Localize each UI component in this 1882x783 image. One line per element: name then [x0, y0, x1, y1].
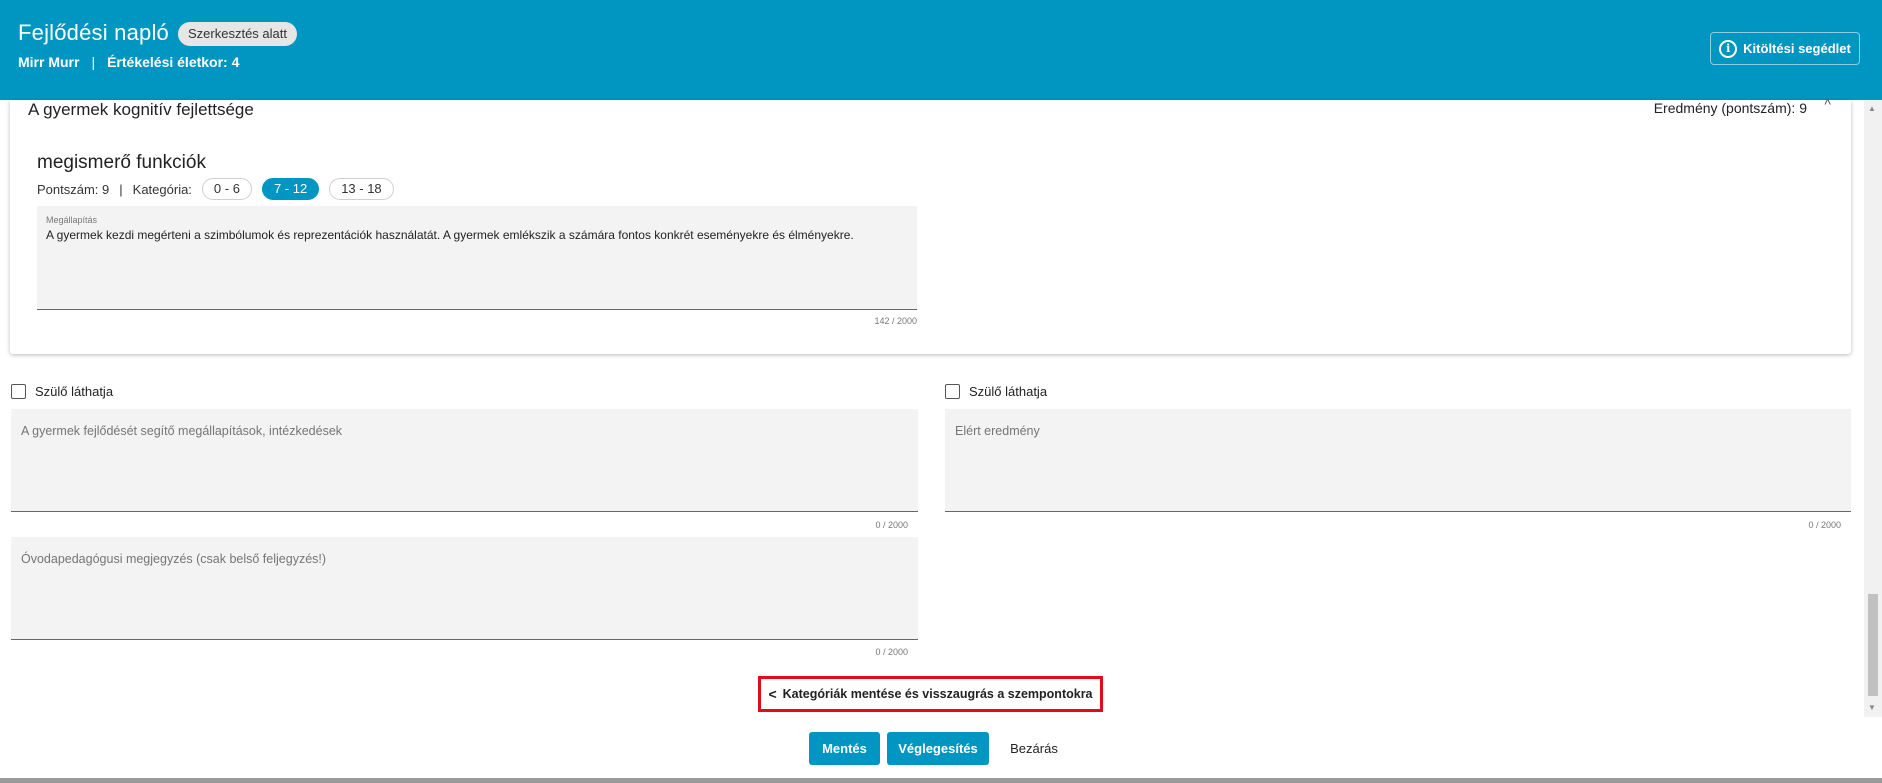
- info-icon: i: [1719, 39, 1738, 58]
- right-parent-visible-label: Szülő láthatja: [969, 384, 1048, 399]
- child-name: Mirr Murr: [18, 54, 80, 70]
- scrollbar-thumb[interactable]: [1868, 594, 1878, 696]
- bottom-strip: [0, 778, 1882, 783]
- save-categories-jump-back-button[interactable]: < Kategóriák mentése és visszaugrás a sz…: [758, 676, 1103, 712]
- teacher-note-textarea[interactable]: Óvodapedagógusi megjegyzés (csak belső f…: [11, 537, 918, 640]
- scroll-up-arrow-icon[interactable]: ▲: [1868, 104, 1876, 113]
- score-value: Pontszám: 9: [37, 181, 110, 197]
- section-result: Eredmény (pontszám): 9: [1653, 100, 1807, 116]
- category-chip-13-18[interactable]: 13 - 18: [329, 178, 394, 200]
- score-line: Pontszám: 9 | Kategória: 0 - 6 7 - 12 13…: [37, 178, 394, 200]
- vertical-scrollbar[interactable]: ▲ ▼: [1864, 100, 1882, 717]
- category-card: A gyermek kognitív fejlettsége Eredmény …: [10, 96, 1851, 354]
- achieved-result-counter: 0 / 2000: [1808, 520, 1841, 530]
- finding-text: A gyermek kezdi megérteni a szimbólumok …: [46, 228, 854, 242]
- category-chip-7-12[interactable]: 7 - 12: [261, 178, 320, 200]
- category-chip-0-6[interactable]: 0 - 6: [201, 178, 252, 200]
- measures-counter: 0 / 2000: [875, 520, 908, 530]
- measures-placeholder: A gyermek fejlődését segítő megállapítás…: [21, 424, 343, 438]
- category-label: Kategória:: [132, 181, 192, 197]
- finding-label: Megállapítás: [46, 215, 98, 225]
- right-parent-visible-checkbox[interactable]: Szülő láthatja: [945, 384, 1047, 399]
- evaluation-age: Értékelési életkor: 4: [107, 54, 240, 70]
- header-separator: |: [91, 54, 96, 70]
- app-header: Fejlődési napló Szerkesztés alatt Mirr M…: [0, 0, 1882, 100]
- achieved-result-textarea[interactable]: Elért eredmény: [945, 409, 1851, 512]
- finding-counter: 142 / 2000: [874, 316, 917, 326]
- subcategory-title: megismerő funkciók: [37, 152, 206, 173]
- finalize-button[interactable]: Véglegesítés: [887, 732, 989, 765]
- help-guide-label: Kitöltési segédlet: [1743, 41, 1851, 56]
- teacher-note-counter: 0 / 2000: [875, 647, 908, 657]
- left-parent-visible-label: Szülő láthatja: [35, 384, 114, 399]
- collapse-chevron-up-icon[interactable]: ^: [1824, 96, 1831, 112]
- page-title: Fejlődési napló: [18, 20, 169, 45]
- section-title: A gyermek kognitív fejlettsége: [28, 100, 254, 119]
- scroll-down-arrow-icon[interactable]: ▼: [1868, 703, 1876, 712]
- close-button[interactable]: Bezárás: [1004, 732, 1064, 765]
- checkbox-box[interactable]: [945, 384, 960, 399]
- achieved-result-placeholder: Elért eredmény: [955, 424, 1040, 438]
- save-button[interactable]: Mentés: [809, 732, 880, 765]
- left-parent-visible-checkbox[interactable]: Szülő láthatja: [11, 384, 113, 399]
- teacher-note-placeholder: Óvodapedagógusi megjegyzés (csak belső f…: [21, 552, 327, 566]
- finding-textarea[interactable]: Megállapítás A gyermek kezdi megérteni a…: [37, 206, 917, 310]
- measures-textarea[interactable]: A gyermek fejlődését segítő megállapítás…: [11, 409, 918, 512]
- help-guide-button[interactable]: i Kitöltési segédlet: [1710, 32, 1860, 65]
- checkbox-box[interactable]: [11, 384, 26, 399]
- score-separator: |: [119, 181, 123, 197]
- status-badge: Szerkesztés alatt: [178, 22, 297, 46]
- save-categories-jump-back-label: Kategóriák mentése és visszaugrás a szem…: [782, 687, 1093, 701]
- child-info: Mirr Murr | Értékelési életkor: 4: [18, 54, 239, 70]
- chevron-left-icon: <: [768, 686, 777, 702]
